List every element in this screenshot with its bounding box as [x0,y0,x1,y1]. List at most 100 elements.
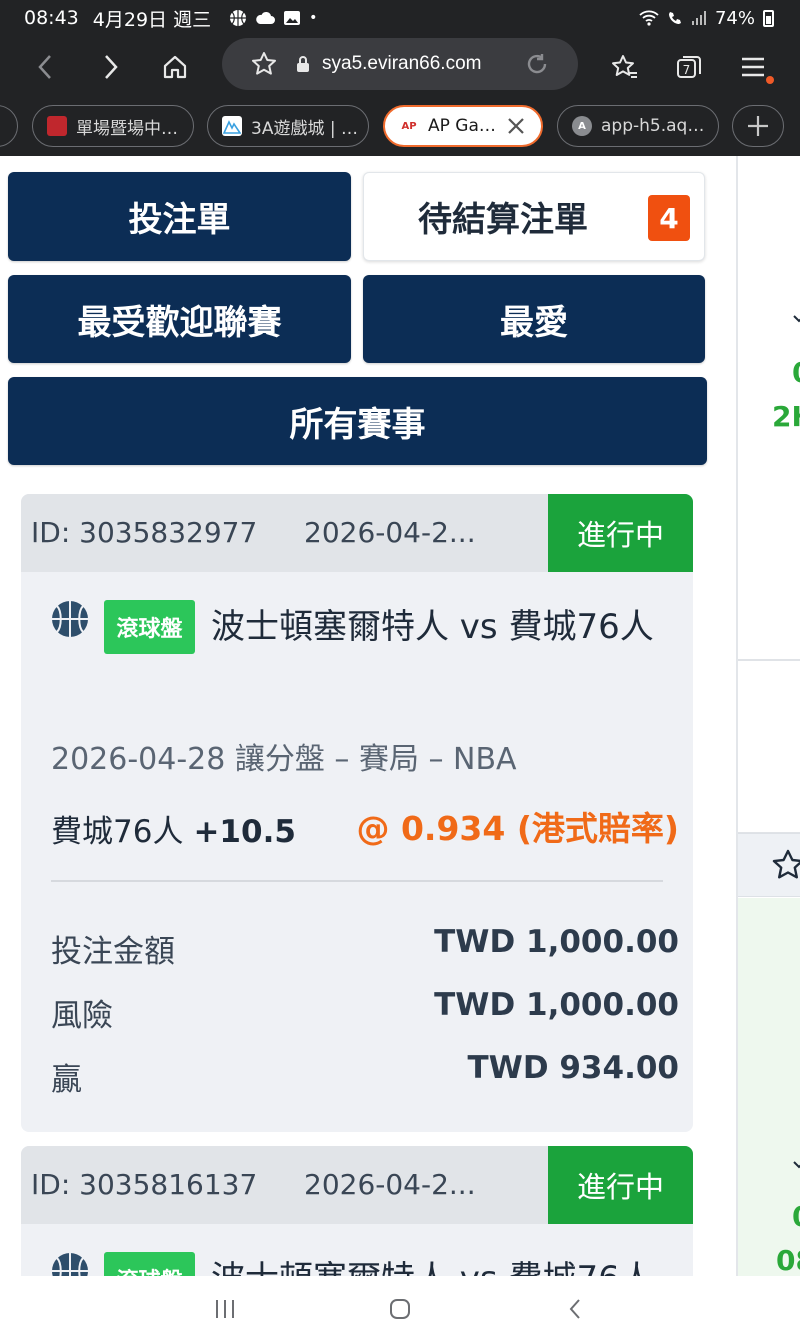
match-meta: 2026-04-28 讓分盤 – 賽局 – NBA [51,742,517,777]
tab-4-favicon-icon: A [572,116,592,136]
right-panel-score: 0 [792,356,800,389]
back-nav-button[interactable] [560,1294,590,1324]
popular-leagues-button[interactable]: 最受歡迎聯賽 [8,275,351,363]
tab-2-label: 3A遊戲城 | … [251,118,358,139]
risk-value: TWD 1,000.00 [434,987,679,1023]
forward-button[interactable] [86,42,136,92]
live-tag: 滾球盤 [104,1252,195,1276]
battery-icon [763,9,774,27]
pending-bets-button[interactable]: 待結算注單 4 [363,172,705,261]
plus-icon [748,116,768,136]
selection-line: +10.5 [193,814,296,850]
recent-apps-button[interactable] [210,1294,240,1324]
back-button[interactable] [20,42,70,92]
reload-icon[interactable] [524,51,550,77]
bet-card-header: ID: 3035816137 2026-04-2... 進行中 [21,1146,693,1224]
tab-switcher-button[interactable]: 7 [664,42,714,92]
tab-offscreen[interactable] [0,105,18,147]
wifi-icon [639,10,659,26]
basketball-icon [52,601,88,637]
signal-icon [691,11,706,25]
home-nav-icon [390,1299,410,1319]
bet-card: ID: 3035832977 2026-04-2... 進行中 滾球盤 波士頓塞… [21,494,693,1132]
bookmark-star-icon[interactable] [250,50,278,78]
new-tab-button[interactable] [732,105,784,147]
browser-toolbar: sya5.eviran66.com 7 [0,36,800,100]
win-value: TWD 934.00 [467,1050,680,1086]
status-date: 4月29日 週三 [92,8,212,31]
tab-1[interactable]: 單場暨場中… [32,105,194,147]
match-teams: 波士頓塞爾特人 vs 費城76人 [211,1252,671,1276]
bet-card-header: ID: 3035832977 2026-04-2... 進行中 [21,494,693,572]
win-label: 贏 [51,1062,82,1098]
page-content: 投注單 待結算注單 4 最受歡迎聯賽 最愛 所有賽事 0 2H 0 08 ID: [0,156,800,1276]
notification-icons: • [229,9,317,27]
right-panel-live-area: 0 08 [738,898,800,1276]
right-panel-favorite-row [738,833,800,897]
selection-team: 費城76人 [51,814,184,850]
bet-date: 2026-04-2... [304,516,476,549]
bet-date: 2026-04-2... [304,1168,476,1201]
home-icon [163,55,187,79]
favorites-button[interactable]: 最愛 [363,275,705,363]
bet-id: ID: 3035816137 [31,1168,258,1201]
tab-3-active[interactable]: AP AP Ga… [383,105,543,147]
back-nav-icon [569,1299,580,1319]
chevron-down-icon-2 [793,1161,800,1169]
chevron-right-icon [105,55,118,79]
tab-4-label: app-h5.aq… [601,116,705,136]
stake-label: 投注金額 [51,934,175,970]
home-nav-button[interactable] [385,1294,415,1324]
bet-odds: @ 0.934 (港式賠率) [356,809,679,848]
close-tab-icon[interactable] [503,113,529,139]
bet-id: ID: 3035832977 [31,516,258,549]
hamburger-menu-icon [742,57,764,77]
wifi-call-icon [668,12,681,24]
tab-1-favicon-icon [47,116,67,136]
favorites-label: 最愛 [500,302,568,343]
menu-button[interactable] [728,42,778,92]
match-teams: 波士頓塞爾特人 vs 費城76人 [211,607,654,647]
tab-2-favicon-icon [222,116,242,136]
tab-strip: 單場暨場中… 3A遊戲城 | … AP AP Ga… A app-h5.aq… [0,100,800,156]
bookmarks-button[interactable] [600,42,650,92]
system-navigation-bar [0,1276,800,1340]
favorite-star-icon[interactable] [770,848,800,884]
recent-apps-icon [216,1300,234,1318]
lock-icon [297,56,309,72]
bet-status-badge: 進行中 [548,1146,693,1224]
bet-list: ID: 3035832977 2026-04-2... 進行中 滾球盤 波士頓塞… [8,480,708,1276]
basketball-icon [52,1253,88,1276]
right-panel-time-2: 08 [776,1244,800,1276]
star-list-icon [612,55,637,78]
bet-selection: 費城76人 +10.5 [51,806,296,851]
address-bar[interactable]: sya5.eviran66.com [222,38,578,90]
tab-3-favicon-icon: AP [401,120,417,132]
right-panel-period: 2H [772,400,800,433]
right-side-panel: 0 2H 0 08 [736,156,800,1276]
chevron-down-icon [793,315,800,323]
system-icons: 74% [639,0,774,36]
all-events-button[interactable]: 所有賽事 [8,377,707,465]
chevron-left-icon [38,55,51,79]
right-panel-divider [738,659,800,661]
bet-slip-label: 投注單 [128,200,231,240]
tab-4[interactable]: A app-h5.aq… [557,105,719,147]
status-time: 08:43 [24,7,79,29]
image-icon [284,11,301,25]
tab-3-label: AP Ga… [428,116,496,136]
url-text: sya5.eviran66.com [322,53,482,74]
bet-card: ID: 3035816137 2026-04-2... 進行中 滾球盤 波士頓塞… [21,1146,693,1276]
all-events-label: 所有賽事 [289,404,426,445]
bet-slip-button[interactable]: 投注單 [8,172,351,261]
risk-label: 風險 [51,998,113,1034]
home-button[interactable] [150,42,200,92]
pending-count-badge: 4 [648,195,690,241]
tab-1-label: 單場暨場中… [76,118,178,139]
bet-status-badge: 進行中 [548,494,693,572]
card-divider [51,880,663,882]
menu-notification-dot [766,76,774,84]
tab-2[interactable]: 3A遊戲城 | … [207,105,369,147]
tabs-icon: 7 [677,56,701,78]
basketball-notification-icon [230,10,247,26]
